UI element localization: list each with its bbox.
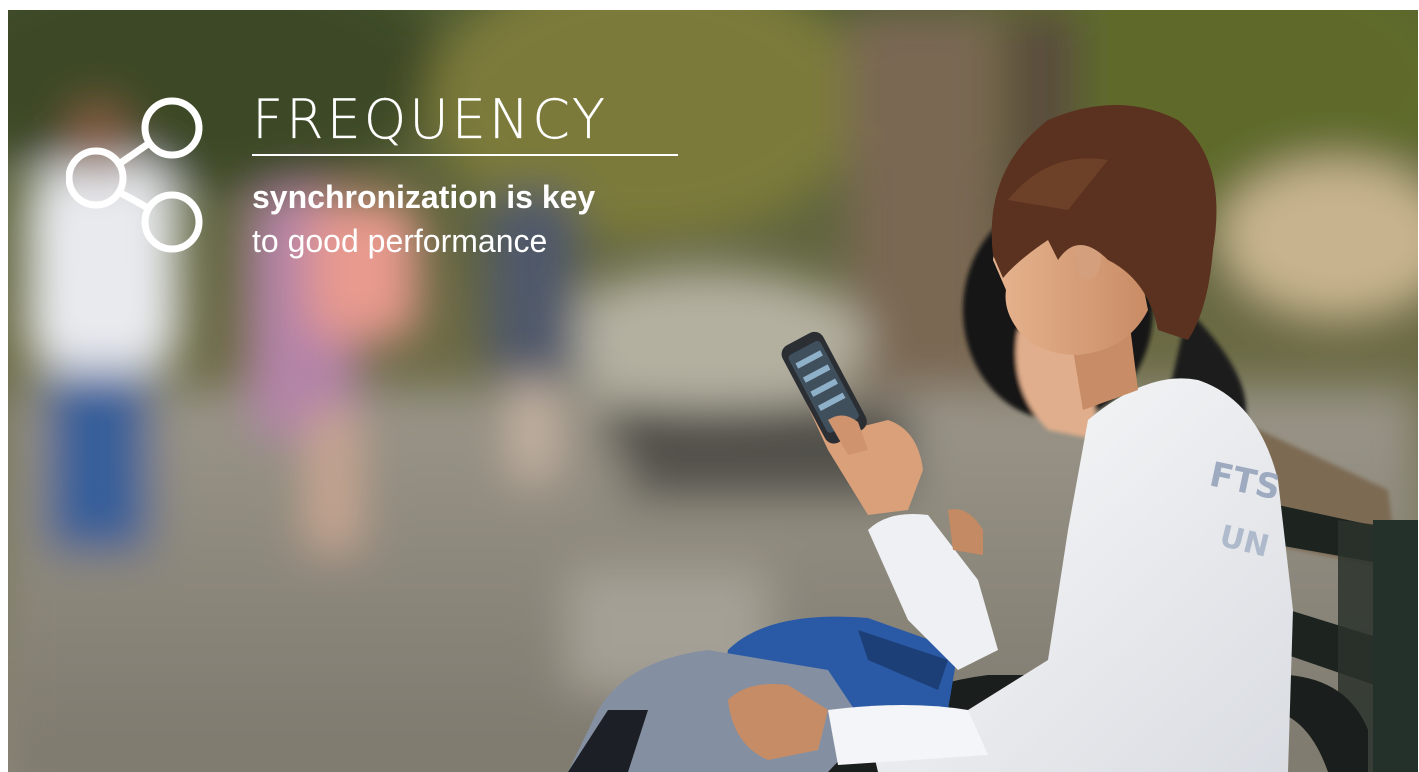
tagline-line-2: to good performance xyxy=(252,223,548,259)
tagline-line-1: synchronization is key xyxy=(252,179,596,215)
frequency-brand-overlay: FREQUENCY synchronization is key to good… xyxy=(66,88,746,288)
banner-frame: FTS UN FREQUENCY synchronization is key … xyxy=(8,10,1418,772)
brand-title: FREQUENCY xyxy=(252,88,608,151)
share-nodes-icon xyxy=(66,97,203,253)
title-divider xyxy=(252,154,678,156)
